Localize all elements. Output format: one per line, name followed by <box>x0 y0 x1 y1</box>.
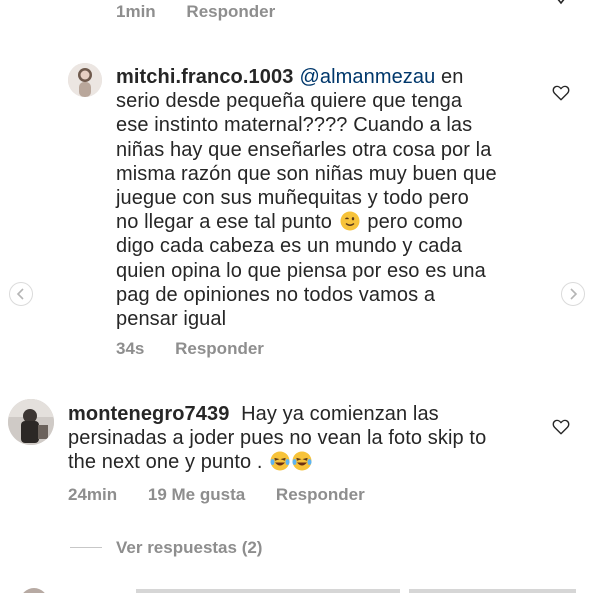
prev-arrow-button[interactable] <box>9 282 33 306</box>
next-comment-preview <box>16 588 576 593</box>
laughing-tears-icon <box>270 451 290 471</box>
comment-line: digo cada cabeza es un mundo y cada <box>116 235 462 258</box>
laughing-tears-icon <box>292 451 312 471</box>
view-replies-button[interactable]: Ver respuestas (2) <box>116 538 262 558</box>
reply-button[interactable]: Responder <box>276 485 365 504</box>
comment-username[interactable]: montenegro7439 <box>68 403 229 425</box>
comment-body: mitchi.franco.1003 @almanmezau en serio d… <box>116 65 534 331</box>
replies-divider <box>70 547 102 548</box>
comment-line: en <box>441 66 464 88</box>
comment-meta: 24min 19 Me gusta Responder <box>68 485 365 505</box>
comment-line: quien opina lo que piensa por eso es una <box>116 259 486 282</box>
comment-line: persinadas a joder pues no vean la foto … <box>68 427 487 450</box>
comment-line: pag de opiniones no todos vamos a <box>116 283 436 306</box>
reply-button[interactable]: Responder <box>175 339 264 358</box>
more-options-icon[interactable] <box>556 0 566 5</box>
comment-line: pero como <box>367 211 463 234</box>
comment-line: ese instinto maternal???? Cuando a las <box>116 114 473 137</box>
reply-button[interactable]: Responder <box>186 2 275 21</box>
comment-time: 1min <box>116 2 156 21</box>
comment-line: juegue con sus muñequitas y todo pero <box>116 187 469 210</box>
comment-line: Hay ya comienzan las <box>241 403 439 425</box>
avatar[interactable] <box>8 399 54 445</box>
comment-meta: 34s Responder <box>116 339 264 359</box>
like-heart-icon[interactable] <box>552 84 570 102</box>
top-comment-meta: 1min Responder <box>116 2 275 22</box>
avatar[interactable] <box>68 63 102 97</box>
comment-body: montenegro7439 Hay ya comienzan las pers… <box>68 402 538 475</box>
comment-time: 34s <box>116 339 145 358</box>
comment-line: pensar igual <box>116 308 227 331</box>
mention-link[interactable]: @almanmezau <box>299 66 435 88</box>
comment-time: 24min <box>68 485 118 504</box>
comment-line: niñas hay que enseñarles otra cosa por l… <box>116 138 492 161</box>
like-heart-icon[interactable] <box>552 418 570 436</box>
likes-count[interactable]: 19 Me gusta <box>148 485 245 504</box>
comment-line: misma razón que son niñas muy buen que <box>116 162 497 185</box>
comment-line: the next one y punto . <box>68 451 263 474</box>
comment-line: serio desde pequeña quiere que tenga <box>116 90 463 113</box>
comment-line: no llegar a ese tal punto <box>116 211 332 234</box>
winking-face-icon <box>340 211 360 231</box>
comment-username[interactable]: mitchi.franco.1003 <box>116 66 293 88</box>
next-arrow-button[interactable] <box>561 282 585 306</box>
